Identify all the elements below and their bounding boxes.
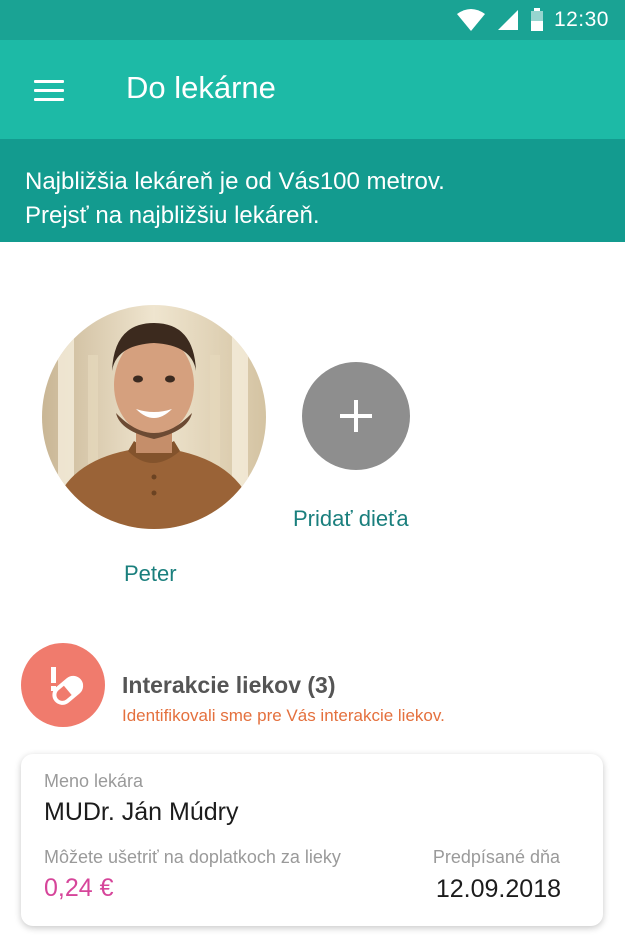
profile-name[interactable]: Peter [124,561,177,587]
prescribed-label: Predpísané dňa [432,847,560,867]
plus-icon [340,400,372,432]
battery-icon [530,8,543,31]
add-child-label[interactable]: Pridať dieťa [293,506,409,532]
savings-label: Môžete ušetriť na doplatkoch za lieky [44,847,341,867]
signal-icon [497,10,518,30]
status-icons: 12:30 [456,0,609,40]
app-bar: Do lekárne [0,40,625,139]
nearest-pharmacy-banner: Najbližšia lekáreň je od Vás100 metrov. … [0,139,625,242]
doctor-label: Meno lekára [44,771,144,791]
menu-icon-line [34,98,64,101]
wifi-icon [456,9,485,31]
avatar[interactable] [42,305,266,529]
status-time: 12:30 [553,8,609,31]
menu-icon-line [34,80,64,83]
add-child-button[interactable] [302,362,410,470]
savings-amount: 0,24 € [44,874,114,902]
interactions-title: Interakcie liekov (3) [122,672,336,698]
nearest-pharmacy-distance: Najbližšia lekáreň je od Vás100 metrov. [25,168,445,195]
page-title: Do lekárne [126,70,276,105]
menu-icon-line [34,89,64,92]
interactions-button[interactable] [21,643,105,727]
prescribed-date: 12.09.2018 [435,875,561,903]
doctor-name: MUDr. Ján Múdry [44,798,239,826]
status-bar: 12:30 [0,0,625,40]
menu-button[interactable] [22,68,70,112]
pill-alert-icon [51,667,84,705]
prescription-card[interactable]: Meno lekára MUDr. Ján Múdry Môžete ušetr… [21,754,603,926]
go-to-nearest-pharmacy-link[interactable]: Prejsť na najbližšiu lekáreň. [25,199,319,233]
avatar-photo [42,305,266,529]
interactions-subtitle: Identifikovali sme pre Vás interakcie li… [122,706,445,725]
